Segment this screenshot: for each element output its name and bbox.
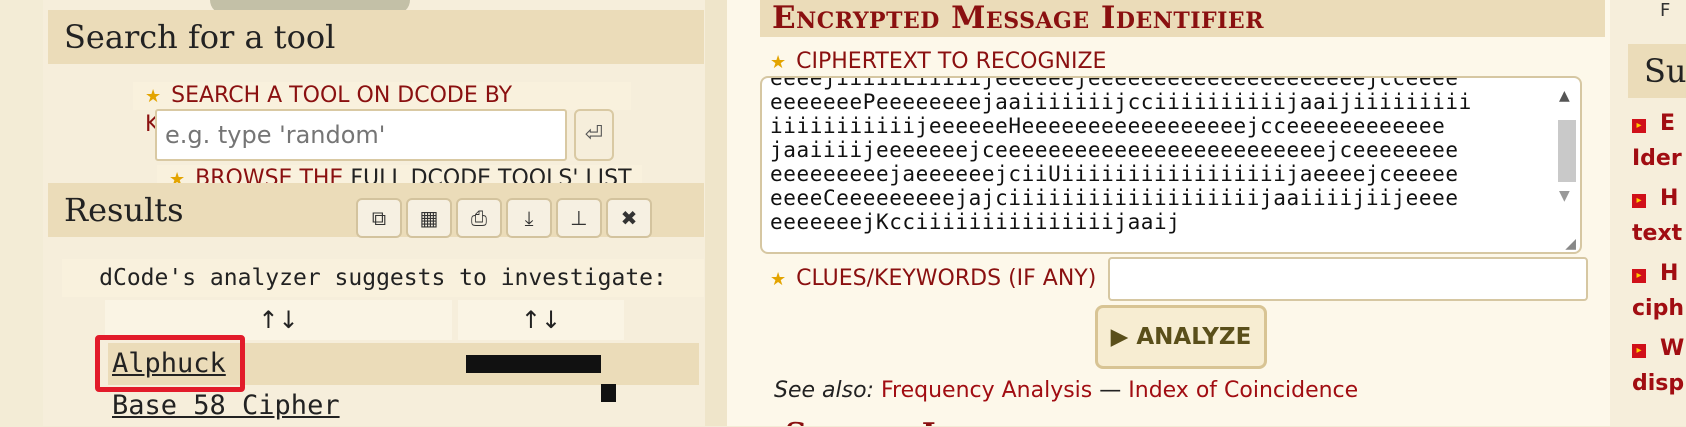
next-section-title: Symbols Identifier <box>785 415 1085 426</box>
pin-button[interactable]: ⊥ <box>556 198 602 238</box>
right-link-3-cont[interactable]: ciph <box>1632 296 1686 321</box>
scrollbar-thumb[interactable] <box>1558 120 1576 182</box>
right-link-1[interactable]: ▸ E <box>1632 111 1686 136</box>
download-button[interactable]: ⤓ <box>506 198 552 238</box>
ciphertext-content[interactable]: eeeejiiiiiLiiiiijeeeeeejeeeeeeeeeeeeeeee… <box>770 78 1570 234</box>
copy-icon: ⧉ <box>371 206 387 230</box>
print-icon: ⎙ <box>471 206 487 230</box>
see-also-separator: — <box>1092 378 1129 403</box>
right-sidebar-heading: Su <box>1628 44 1686 98</box>
column-divider <box>705 0 727 426</box>
highlight-box <box>95 335 245 392</box>
clues-label-row: ★ CLUES/KEYWORDS (IF ANY) <box>770 264 1096 294</box>
save-button[interactable]: ▦ <box>406 198 452 238</box>
clues-label: CLUES/KEYWORDS (IF ANY) <box>796 266 1097 291</box>
ciphertext-label: CIPHERTEXT TO RECOGNIZE <box>796 49 1107 74</box>
print-button[interactable]: ⎙ <box>456 198 502 238</box>
copy-button[interactable]: ⧉ <box>356 198 402 238</box>
textarea-scrollbar[interactable]: ▲ ▼ <box>1555 84 1577 246</box>
arrow-bullet-icon: ▸ <box>1632 193 1646 208</box>
right-link-4-cont[interactable]: disp <box>1632 371 1686 396</box>
download-icon: ⤓ <box>524 206 534 230</box>
frequency-analysis-link[interactable]: Frequency Analysis <box>881 378 1092 403</box>
close-button[interactable]: ✖ <box>606 198 652 238</box>
result-name[interactable]: Base 58 Cipher <box>108 385 340 427</box>
score-cell <box>458 384 624 426</box>
analyze-button[interactable]: ▶ ANALYZE <box>1095 305 1267 369</box>
pin-icon: ⊥ <box>570 206 588 230</box>
star-icon: ★ <box>770 269 787 290</box>
table-row[interactable]: Base 58 Cipher <box>108 384 699 427</box>
search-input[interactable] <box>155 109 567 161</box>
enter-icon: ⏎ <box>584 122 604 147</box>
scroll-up-icon[interactable]: ▲ <box>1559 88 1570 104</box>
sort-score-header[interactable]: ↑↓ <box>458 300 624 340</box>
save-icon: ▦ <box>419 206 439 230</box>
resize-handle-icon[interactable]: ◢ <box>1565 236 1576 252</box>
right-link-2-cont[interactable]: text <box>1632 221 1686 246</box>
star-icon: ★ <box>770 52 787 73</box>
see-also-label: See also: <box>774 378 874 403</box>
scroll-down-icon[interactable]: ▼ <box>1559 188 1570 204</box>
ciphertext-label-row: ★ CIPHERTEXT TO RECOGNIZE <box>770 47 1106 77</box>
close-icon: ✖ <box>620 206 638 230</box>
sort-name-header[interactable]: ↑↓ <box>105 300 452 340</box>
score-bar <box>601 384 616 402</box>
arrow-bullet-icon: ▸ <box>1632 343 1646 358</box>
right-top-text: F <box>1660 0 1671 21</box>
ciphertext-textarea[interactable]: eeeejiiiiiLiiiiijeeeeeejeeeeeeeeeeeeeeee… <box>760 76 1582 254</box>
right-link-1-cont[interactable]: Ider <box>1632 146 1686 171</box>
analyzer-suggestion: dCode's analyzer suggests to investigate… <box>62 259 704 297</box>
arrow-bullet-icon: ▸ <box>1632 268 1646 283</box>
page-title: Encrypted Message Identifier <box>760 0 1605 37</box>
search-heading: Search for a tool <box>48 10 704 64</box>
right-link-2[interactable]: ▸ H <box>1632 186 1686 211</box>
index-of-coincidence-link[interactable]: Index of Coincidence <box>1128 378 1358 403</box>
star-icon: ★ <box>145 86 162 107</box>
score-cell <box>458 343 624 385</box>
score-bar <box>466 355 601 373</box>
arrow-bullet-icon: ▸ <box>1632 118 1646 133</box>
search-submit-button[interactable]: ⏎ <box>574 109 614 161</box>
right-link-4[interactable]: ▸ W <box>1632 336 1686 361</box>
clues-input[interactable] <box>1108 257 1588 301</box>
search-label-row: ★SEARCH A TOOL ON DCODE BY KEYWORDS: <box>133 82 631 137</box>
see-also-row: See also: Frequency Analysis — Index of … <box>774 376 1358 406</box>
right-link-3[interactable]: ▸ H <box>1632 261 1686 286</box>
